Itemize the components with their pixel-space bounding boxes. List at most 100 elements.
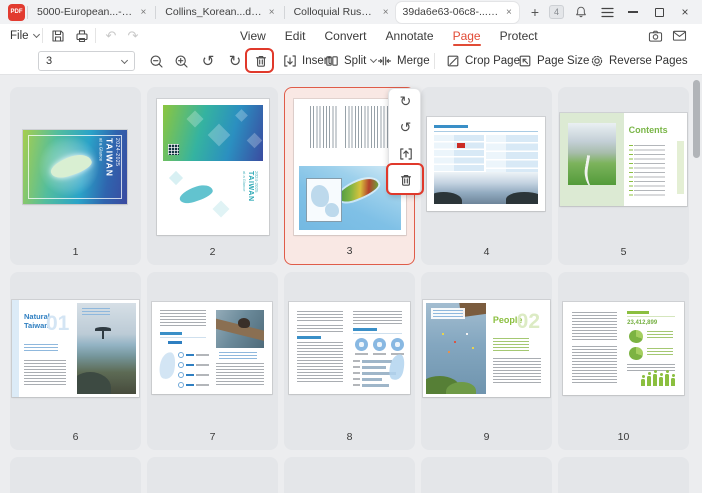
page-thumbnail-cell-1[interactable]: 2024-2025 TAIWAN at a Glance 1 <box>10 87 141 265</box>
feedback-mail-button[interactable] <box>668 24 690 47</box>
crop-page-label: Crop Page <box>465 55 520 67</box>
save-button[interactable] <box>47 24 69 47</box>
page-8-thumbnail[interactable] <box>289 302 410 394</box>
tab-close-icon[interactable]: × <box>140 7 146 18</box>
page-thumbnail-cell-9[interactable]: People 02 9 <box>421 272 552 450</box>
inset-map-art <box>306 178 342 222</box>
zoom-out-button[interactable] <box>144 49 168 73</box>
undo-button[interactable]: ↶ <box>100 24 122 47</box>
festival-photo-art <box>426 303 486 394</box>
rotated-text-art <box>310 106 396 148</box>
page-number-label: 3 <box>285 245 414 257</box>
menu-annotate[interactable]: Annotate <box>384 29 436 43</box>
page-thumbnail-cell-11-partial[interactable] <box>10 457 141 493</box>
page-size-button[interactable]: Page Size <box>518 49 589 73</box>
tab-document-4-active[interactable]: 39da6e63-06c8-...ff58f36aa7ad * × <box>396 2 519 23</box>
window-close-button[interactable]: × <box>676 3 694 21</box>
minimize-icon <box>628 11 638 12</box>
merge-page-icon <box>377 54 392 68</box>
zoom-in-button[interactable] <box>169 49 193 73</box>
page-1-thumbnail[interactable]: 2024-2025 TAIWAN at a Glance <box>23 130 127 204</box>
page-thumbnail-cell-13-partial[interactable] <box>284 457 415 493</box>
maximize-icon <box>655 8 664 17</box>
cover-title: TAIWAN <box>246 171 254 202</box>
rotate-left-button[interactable]: ↺ <box>196 49 220 73</box>
menu-convert[interactable]: Convert <box>322 29 368 43</box>
chapter-number: 01 <box>46 312 69 336</box>
split-page-button[interactable]: Split <box>325 49 376 73</box>
page-thumbnail-cell-10[interactable]: 23,412,899 10 <box>558 272 689 450</box>
rotate-ccw-icon: ↺ <box>202 54 215 69</box>
page-thumbnail-cell-7[interactable]: 7 <box>147 272 278 450</box>
new-tab-button[interactable]: + <box>531 4 539 20</box>
merge-page-button[interactable]: Merge <box>377 49 430 73</box>
page-thumbnail-cell-12-partial[interactable] <box>147 457 278 493</box>
toc-lines-art <box>634 145 665 197</box>
file-menu-button[interactable]: File <box>10 24 39 47</box>
print-button[interactable] <box>71 24 93 47</box>
insert-page-button[interactable]: Insert <box>283 49 331 73</box>
redo-button[interactable]: ↷ <box>122 24 144 47</box>
green-heading-art <box>627 311 649 314</box>
hamburger-menu-icon[interactable] <box>598 3 616 21</box>
page-thumbnail-cell-4[interactable]: 4 <box>421 87 552 265</box>
page-thumbnail-grid: 2024-2025 TAIWAN at a Glance 1 2024-2025… <box>0 75 702 493</box>
scrollbar-thumb[interactable] <box>693 80 700 158</box>
menu-edit[interactable]: Edit <box>283 29 308 43</box>
rotate-clockwise-button[interactable]: ↻ <box>389 89 422 115</box>
rotate-cw-icon: ↻ <box>229 54 242 69</box>
tab-document-3[interactable]: Colloquial Russian 2 × <box>287 0 396 24</box>
page-number-label: 4 <box>421 246 552 258</box>
qr-code-art <box>168 144 179 155</box>
menu-page-active[interactable]: Page <box>451 29 483 43</box>
window-minimize-button[interactable] <box>624 3 642 21</box>
tab-document-1[interactable]: 5000-European...-Portuguese * × <box>30 0 153 24</box>
notification-count-badge[interactable]: 4 <box>549 5 564 19</box>
left-page-art <box>560 113 624 206</box>
page-7-thumbnail[interactable] <box>152 302 272 394</box>
extract-page-button[interactable] <box>389 141 422 167</box>
page-6-thumbnail[interactable]: Natural Taiwan 01 <box>12 300 139 397</box>
page-5-thumbnail[interactable]: Contents <box>560 113 687 206</box>
menu-view[interactable]: View <box>238 29 268 43</box>
rotate-right-button[interactable]: ↻ <box>223 49 247 73</box>
page-toolbar: 3 ↺ ↻ Insert Split Merge Crop Page Page … <box>0 47 702 75</box>
page-number-label: 7 <box>147 431 278 443</box>
tab-divider <box>27 6 28 19</box>
page-thumbnail-cell-2[interactable]: 2024-2025 TAIWAN at a Glance 2 <box>147 87 278 265</box>
page-number-label: 10 <box>558 431 689 443</box>
contents-heading: Contents <box>629 125 668 135</box>
page-size-icon <box>518 54 532 68</box>
rotate-counterclockwise-button[interactable]: ↺ <box>389 115 422 141</box>
page-10-thumbnail[interactable]: 23,412,899 <box>563 302 684 395</box>
redo-icon: ↷ <box>128 28 139 44</box>
reverse-pages-button[interactable]: Reverse Pages <box>590 49 688 73</box>
delete-page-button[interactable] <box>249 49 273 73</box>
tab-close-icon[interactable]: × <box>269 7 275 18</box>
tab-close-icon[interactable]: × <box>506 7 512 18</box>
page-9-thumbnail[interactable]: People 02 <box>423 300 550 397</box>
extract-page-icon <box>399 147 413 161</box>
page-thumbnail-cell-5[interactable]: Contents 5 <box>558 87 689 265</box>
crop-page-button[interactable]: Crop Page <box>446 49 520 73</box>
page-thumbnail-cell-6[interactable]: Natural Taiwan 01 6 <box>10 272 141 450</box>
page-2-thumbnail[interactable]: 2024-2025 TAIWAN at a Glance <box>157 99 269 235</box>
bell-icon[interactable] <box>572 3 590 21</box>
tab-document-2[interactable]: Collins_Korean...ds_and_phrases × <box>158 0 281 24</box>
page-number-input[interactable]: 3 <box>38 51 135 71</box>
wildlife-photo-art <box>216 310 264 348</box>
file-menu-label: File <box>10 30 29 42</box>
page-thumbnail-cell-14-partial[interactable] <box>421 457 552 493</box>
page-number-label: 5 <box>558 246 689 258</box>
window-maximize-button[interactable] <box>650 3 668 21</box>
page-4-thumbnail[interactable] <box>427 117 545 211</box>
tab-close-icon[interactable]: × <box>383 7 389 18</box>
winding-road-art <box>581 155 613 185</box>
page-size-label: Page Size <box>537 55 589 67</box>
cover-banner-art <box>163 105 263 161</box>
menu-protect[interactable]: Protect <box>498 29 540 43</box>
delete-page-context-button[interactable] <box>389 167 422 193</box>
screenshot-camera-button[interactable] <box>644 24 666 47</box>
page-thumbnail-cell-8[interactable]: 8 <box>284 272 415 450</box>
page-thumbnail-cell-15-partial[interactable] <box>558 457 689 493</box>
